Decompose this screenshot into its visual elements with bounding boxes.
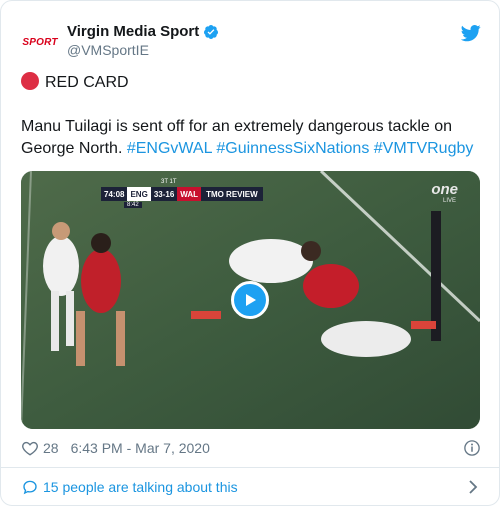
avatar-logo-text: SPORT xyxy=(22,36,58,48)
tweet-footer: 28 6:43 PM - Mar 7, 2020 xyxy=(21,438,481,458)
sin-bin-clock: 8:42 xyxy=(124,202,142,208)
info-icon[interactable] xyxy=(463,439,481,457)
broadcaster-live: LIVE xyxy=(442,198,456,204)
red-circle-icon xyxy=(21,72,39,90)
play-button[interactable] xyxy=(231,281,269,319)
heart-icon[interactable] xyxy=(21,439,39,457)
conversation-label[interactable]: 15 people are talking about this xyxy=(43,479,238,495)
avatar[interactable]: SPORT xyxy=(21,23,59,61)
tweet-text-line-1: Manu Tuilagi is sent off for an extremel… xyxy=(21,118,453,135)
tweet-card[interactable]: SPORT Virgin Media Sport @VMSportIE RED … xyxy=(0,0,500,506)
reply-bubble-icon xyxy=(23,480,37,495)
hashtag-engvwal[interactable]: #ENGvWAL xyxy=(127,140,212,157)
divider xyxy=(1,467,499,468)
chevron-right-icon[interactable] xyxy=(467,480,479,494)
account-name-row[interactable]: Virgin Media Sport xyxy=(67,23,219,40)
twitter-bird-icon[interactable] xyxy=(461,23,481,43)
play-icon xyxy=(246,294,256,306)
tweet-timestamp[interactable]: 6:43 PM - Mar 7, 2020 xyxy=(71,440,210,456)
account-handle[interactable]: @VMSportIE xyxy=(67,42,149,58)
score: 33-16 xyxy=(150,187,178,201)
tweet-header: SPORT Virgin Media Sport @VMSportIE xyxy=(21,17,481,65)
tweet-text-line-2: George North. #ENGvWAL #GuinnessSixNatio… xyxy=(21,138,473,160)
hashtag-vmtvrugby[interactable]: #VMTVRugby xyxy=(374,140,474,157)
red-card-label: RED CARD xyxy=(45,74,129,91)
tmo-status: TMO REVIEW xyxy=(201,187,263,201)
hashtag-guinness-six-nations[interactable]: #GuinnessSixNations xyxy=(216,140,369,157)
red-card-line: RED CARD xyxy=(21,72,129,94)
tweet-text-segment: George North. xyxy=(21,140,127,157)
verified-badge-icon xyxy=(204,24,219,39)
broadcaster-logo: one xyxy=(431,181,458,198)
scoreboard: 74:08 ENG 33-16 WAL TMO REVIEW xyxy=(101,187,263,201)
conversation-link[interactable]: 15 people are talking about this xyxy=(21,477,481,497)
scoreboard-tries: 3T 1T xyxy=(161,179,177,185)
away-team: WAL xyxy=(177,187,202,201)
video-player[interactable]: 3T 1T 74:08 ENG 33-16 WAL TMO REVIEW 8:4… xyxy=(21,171,480,429)
account-name[interactable]: Virgin Media Sport xyxy=(67,23,199,40)
like-count[interactable]: 28 xyxy=(43,440,59,456)
match-time: 74:08 xyxy=(101,187,128,201)
home-team: ENG xyxy=(127,187,151,201)
